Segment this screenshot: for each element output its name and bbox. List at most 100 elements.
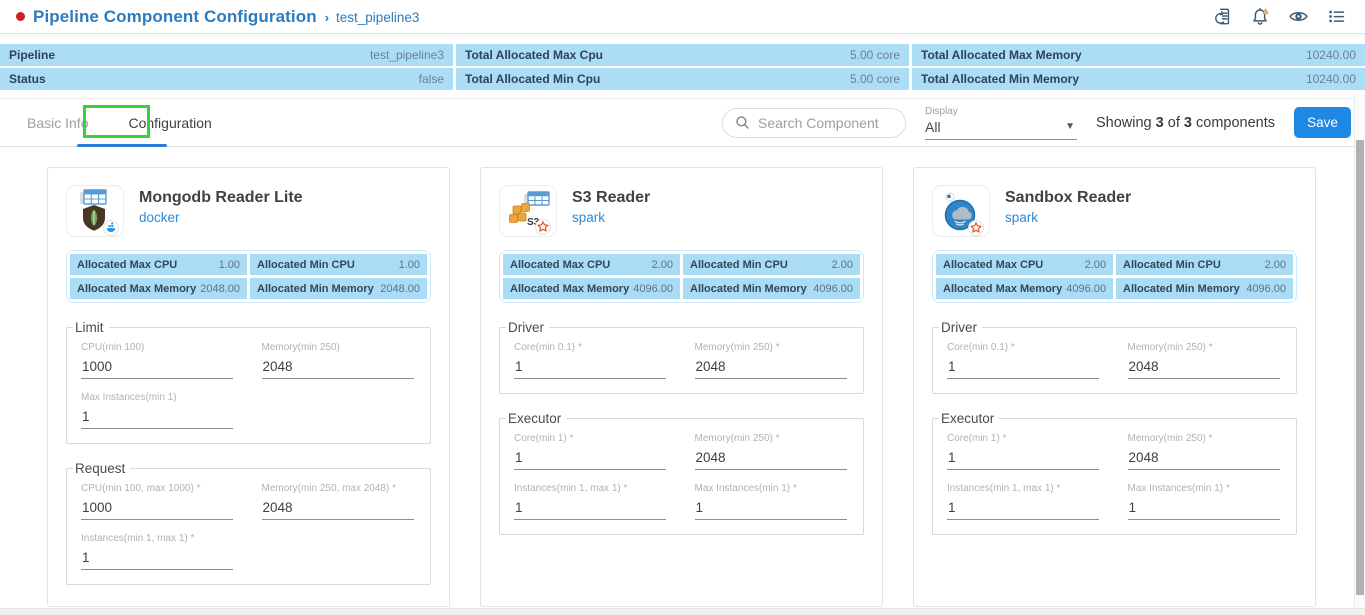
section-title: Driver (506, 320, 549, 335)
allocation-cell: Allocated Min Memory4096.00 (683, 278, 860, 299)
field-label: Memory(min 250) * (1128, 342, 1283, 353)
section-title: Executor (939, 411, 999, 426)
allocation-value: 4096.00 (633, 283, 673, 295)
field-input[interactable]: 1 (514, 494, 666, 520)
allocation-value: 2048.00 (200, 283, 240, 295)
section-fields: CPU(min 100)1000Memory(min 250)2048Max I… (81, 342, 416, 429)
showing-count: 3 (1156, 115, 1164, 131)
summary-label: Total Allocated Max Memory (921, 48, 1082, 62)
eye-icon[interactable] (1288, 6, 1309, 27)
section-title: Driver (939, 320, 982, 335)
allocation-label: Allocated Max CPU (77, 259, 177, 271)
form-field: Max Instances(min 1) *1 (695, 483, 850, 520)
field-input[interactable]: 1000 (81, 353, 233, 379)
form-field: Memory(min 250) *2048 (1128, 433, 1283, 470)
field-input[interactable]: 2048 (262, 353, 414, 379)
chevron-down-icon: ▼ (1065, 121, 1075, 132)
field-label: Core(min 1) * (947, 433, 1102, 444)
field-input[interactable]: 2048 (262, 494, 414, 520)
allocation-label: Allocated Min Memory (1123, 283, 1240, 295)
allocation-cell: Allocated Min Memory4096.00 (1116, 278, 1293, 299)
allocation-label: Allocated Min CPU (257, 259, 355, 271)
save-button[interactable]: Save (1294, 107, 1351, 138)
component-card: Mongodb Reader Lite docker Allocated Max… (47, 167, 450, 607)
mongodb-docker-icon (66, 185, 124, 237)
display-filter-select[interactable]: Display All ▼ (925, 106, 1077, 140)
breadcrumb-chevron-icon: › (325, 10, 329, 25)
field-label: Memory(min 250) (262, 342, 417, 353)
section-limit: LimitCPU(min 100)1000Memory(min 250)2048… (66, 320, 431, 444)
allocation-label: Allocated Max Memory (943, 283, 1062, 295)
form-field: CPU(min 100, max 1000) *1000 (81, 483, 236, 520)
form-field: Core(min 0.1) *1 (514, 342, 669, 379)
summary-value: 5.00 core (850, 72, 900, 86)
field-label: Max Instances(min 1) * (1128, 483, 1283, 494)
allocation-label: Allocated Min CPU (690, 259, 788, 271)
field-input[interactable]: 2048 (1128, 353, 1280, 379)
form-field: Max Instances(min 1)1 (81, 392, 236, 429)
allocation-value: 2.00 (1085, 259, 1106, 271)
component-engine-link[interactable]: spark (1005, 210, 1038, 225)
field-label: Instances(min 1, max 1) * (81, 533, 236, 544)
section-driver: Driver Core(min 0.1) *1 Memory(min 250) *2… (499, 320, 864, 394)
field-input[interactable]: 1 (947, 494, 1099, 520)
tab-basic-info[interactable]: Basic Info (27, 99, 88, 146)
allocation-table: Allocated Max CPU 1.00 Allocated Min CPU 1.… (66, 250, 431, 303)
field-input[interactable]: 1 (947, 353, 1099, 379)
component-engine-link[interactable]: spark (572, 210, 605, 225)
search-box[interactable] (722, 108, 906, 138)
vertical-scrollbar[interactable] (1354, 95, 1365, 608)
scrollbar-thumb[interactable] (1356, 140, 1364, 595)
field-input[interactable]: 1 (514, 444, 666, 470)
section-title: Request (73, 461, 130, 476)
field-input[interactable]: 1 (947, 444, 1099, 470)
allocation-value: 2048.00 (380, 283, 420, 295)
allocation-value: 1.00 (399, 259, 420, 271)
form-field: Instances(min 1, max 1) *1 (947, 483, 1102, 520)
field-label: Instances(min 1, max 1) * (514, 483, 669, 494)
summary-cell: Total Allocated Min Cpu 5.00 core (456, 68, 909, 90)
summary-value: test_pipeline3 (370, 48, 444, 62)
allocation-value: 2.00 (652, 259, 673, 271)
audit-history-icon[interactable] (1212, 6, 1233, 27)
form-field: Instances(min 1, max 1) *1 (81, 533, 236, 570)
field-label: Core(min 0.1) * (947, 342, 1102, 353)
field-label: Core(min 0.1) * (514, 342, 669, 353)
summary-value: 5.00 core (850, 48, 900, 62)
field-input[interactable]: 1 (81, 544, 233, 570)
form-field: Core(min 1) *1 (947, 433, 1102, 470)
component-engine-link[interactable]: docker (139, 210, 180, 225)
field-label: Memory(min 250) * (695, 433, 850, 444)
allocation-cell: Allocated Max Memory4096.00 (936, 278, 1113, 299)
field-input[interactable]: 1000 (81, 494, 233, 520)
field-input[interactable]: 1 (1128, 494, 1280, 520)
component-title: Sandbox Reader (1005, 189, 1131, 207)
summary-cell: Total Allocated Max Cpu 5.00 core (456, 44, 909, 66)
section-fields: Core(min 0.1) *1 Memory(min 250) *2048 (947, 342, 1282, 379)
search-input[interactable] (758, 115, 893, 131)
allocation-cell: Allocated Min CPU2.00 (683, 254, 860, 275)
section-fields: Core(min 1) *1Memory(min 250) *2048Insta… (514, 433, 849, 520)
notification-bell-alert-icon[interactable] (1250, 6, 1271, 27)
allocation-cell: Allocated Max Memory4096.00 (503, 278, 680, 299)
allocation-value: 1.00 (219, 259, 240, 271)
allocation-table: Allocated Max CPU2.00Allocated Min CPU2.… (499, 250, 864, 303)
field-label: Memory(min 250, max 2048) * (262, 483, 417, 494)
form-field: Memory(min 250) *2048 (695, 342, 850, 379)
allocation-cell: Allocated Max CPU2.00 (503, 254, 680, 275)
field-input[interactable]: 1 (81, 403, 233, 429)
field-input[interactable]: 1 (514, 353, 666, 379)
card-sections: DriverCore(min 0.1) *1Memory(min 250) *2… (914, 320, 1315, 535)
field-input[interactable]: 2048 (1128, 444, 1280, 470)
field-label: Memory(min 250) * (1128, 433, 1283, 444)
field-input[interactable]: 2048 (695, 353, 847, 379)
showing-total: 3 (1184, 115, 1192, 131)
record-dot-icon (16, 12, 25, 21)
summary-cell: Status false (0, 68, 453, 90)
component-title: S3 Reader (572, 189, 650, 207)
list-menu-icon[interactable] (1326, 6, 1347, 27)
field-input[interactable]: 2048 (695, 444, 847, 470)
field-input[interactable]: 1 (695, 494, 847, 520)
search-icon (735, 115, 750, 130)
allocation-cell: Allocated Min CPU 1.00 (250, 254, 427, 275)
